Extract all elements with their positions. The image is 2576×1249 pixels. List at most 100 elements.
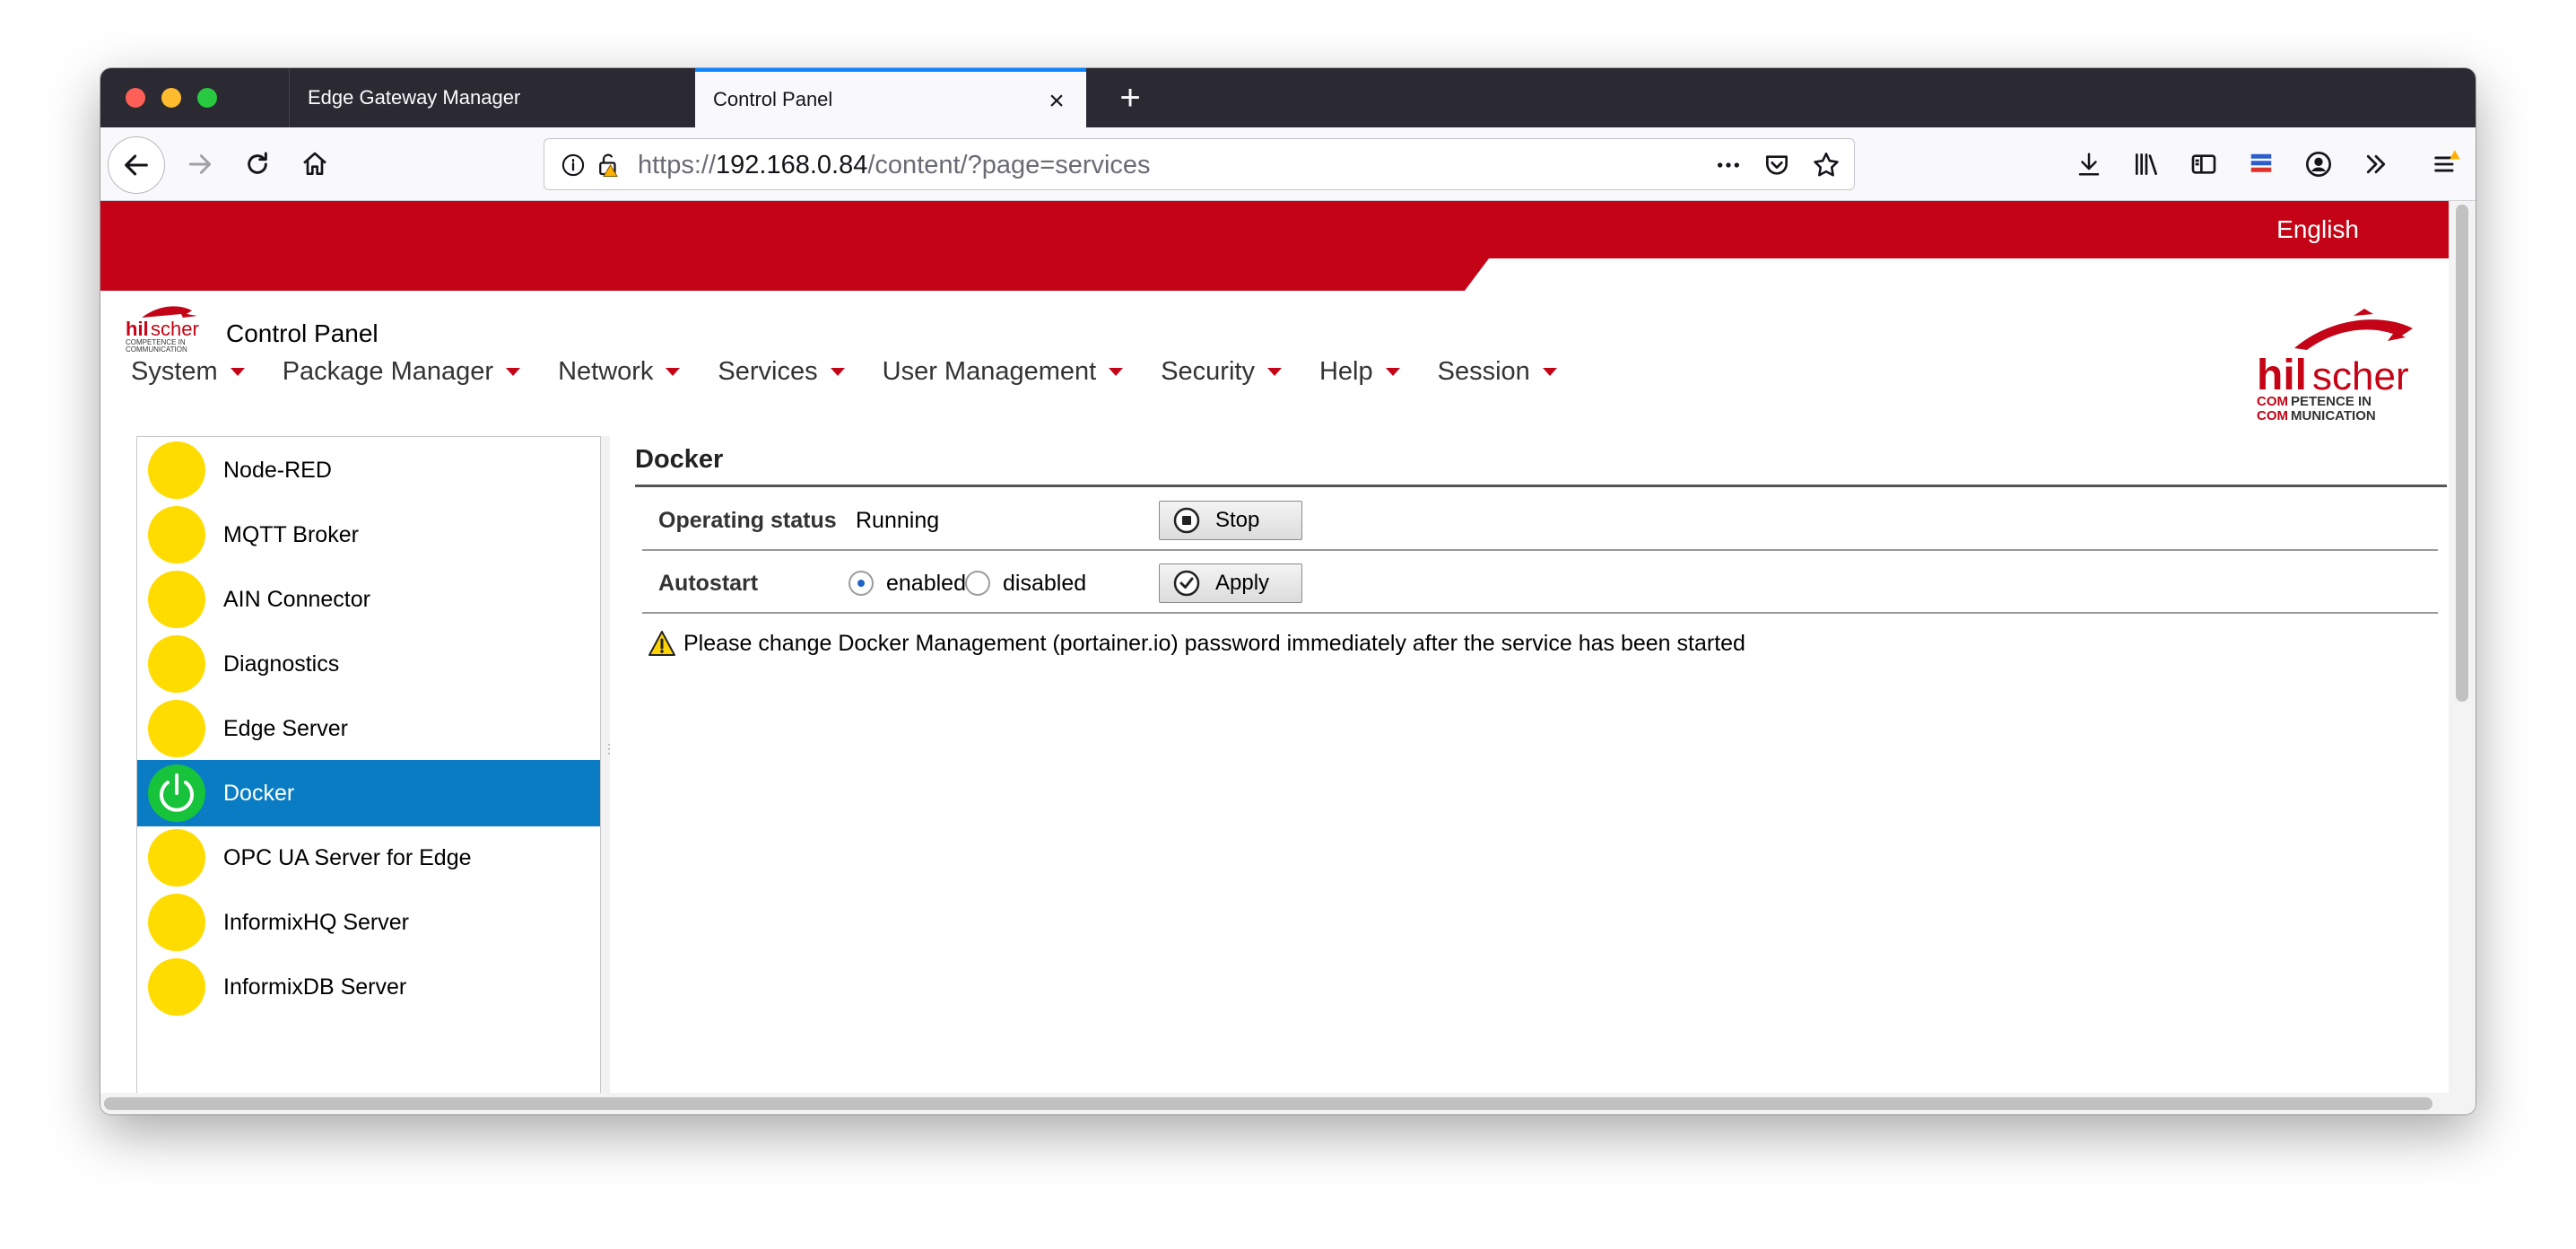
reload-icon <box>248 152 267 174</box>
pocket-icon[interactable] <box>1762 151 1791 179</box>
back-button[interactable] <box>108 136 165 194</box>
close-window-button[interactable] <box>126 88 145 108</box>
status-dot-icon <box>148 700 205 757</box>
svg-text:scher: scher <box>2312 354 2409 398</box>
info-icon[interactable] <box>561 153 586 178</box>
downloads-button[interactable] <box>2065 140 2113 188</box>
list-item-opc-ua-server[interactable]: OPC UA Server for Edge <box>137 825 600 891</box>
status-dot-icon <box>148 571 205 628</box>
grip-icon: ⋮ <box>603 741 615 756</box>
menu-label: User Management <box>882 357 1097 386</box>
page-content: English hil scher COMPETENCE IN COMMUNIC… <box>100 201 2449 1093</box>
vertical-scrollbar[interactable] <box>2449 201 2476 1093</box>
stop-icon <box>1173 507 1200 534</box>
menu-user-management[interactable]: User Management <box>883 357 1124 387</box>
menu-label: Package Manager <box>282 357 494 386</box>
caret-down-icon <box>1542 368 1557 376</box>
app-title: Control Panel <box>226 319 379 347</box>
menu-system[interactable]: System <box>131 357 245 387</box>
radio-label-disabled: disabled <box>1003 571 1087 596</box>
sidebar-button[interactable] <box>2180 140 2228 188</box>
services-list: Node-RED MQTT Broker AIN Connector Diagn… <box>136 436 601 1093</box>
browser-window: Edge Gateway Manager × Control Panel × +… <box>100 68 2476 1114</box>
service-name: InformixDB Server <box>223 974 407 1000</box>
arrow-left-icon <box>125 154 148 176</box>
extension-icon <box>2250 153 2272 172</box>
caret-down-icon <box>1266 368 1282 376</box>
operating-status-row: Operating status Running Stop <box>642 488 2438 551</box>
tab-control-panel[interactable]: Control Panel × <box>695 68 1086 127</box>
list-item-informixhq-server[interactable]: InformixHQ Server <box>137 889 600 956</box>
scroll-thumb[interactable] <box>2456 205 2468 702</box>
status-label: Operating status <box>658 508 837 533</box>
splitter-handle[interactable]: ⋮ <box>601 436 615 1093</box>
svg-text:hil: hil <box>126 318 149 340</box>
autostart-disabled-radio[interactable] <box>965 571 990 596</box>
menu-package-manager[interactable]: Package Manager <box>282 357 521 387</box>
power-icon <box>148 764 205 822</box>
close-icon[interactable]: × <box>1043 88 1070 115</box>
more-actions-icon[interactable] <box>1714 151 1743 179</box>
stop-button-label: Stop <box>1215 508 1260 532</box>
list-item-edge-server[interactable]: Edge Server <box>137 695 600 762</box>
url-bar[interactable]: https://192.168.0.84/content/?page=servi… <box>544 138 1855 190</box>
svg-text:COM: COM <box>2257 394 2288 409</box>
status-dot-icon <box>148 829 205 887</box>
url-text[interactable]: https://192.168.0.84/content/?page=servi… <box>638 139 1151 191</box>
list-item-ain-connector[interactable]: AIN Connector <box>137 566 600 633</box>
svg-text:COM: COM <box>2257 408 2288 424</box>
hilscher-logo[interactable]: hil scher COM PETENCE IN COM MUNICATION <box>2255 307 2416 424</box>
toolbar-right <box>2056 140 2476 188</box>
sidebar-icon <box>2191 154 2216 174</box>
menu-services[interactable]: Services <box>718 357 845 387</box>
scroll-thumb[interactable] <box>104 1097 2432 1110</box>
list-item-mqtt-broker[interactable]: MQTT Broker <box>137 502 600 568</box>
caret-down-icon <box>230 368 245 376</box>
caret-down-icon <box>830 368 845 376</box>
forward-button[interactable] <box>176 140 224 188</box>
title-divider <box>635 485 2447 487</box>
menu-security[interactable]: Security <box>1161 357 1282 387</box>
menu-session[interactable]: Session <box>1438 357 1557 387</box>
home-button[interactable] <box>291 140 339 188</box>
overflow-button[interactable] <box>2352 140 2400 188</box>
warning-text: Please change Docker Management (portain… <box>683 630 1745 656</box>
reload-button[interactable] <box>233 140 282 188</box>
app-menu-button[interactable] <box>2422 140 2470 188</box>
autostart-enabled-radio[interactable] <box>849 571 874 596</box>
tab-title: Edge Gateway Manager <box>308 86 521 109</box>
service-name: OPC UA Server for Edge <box>223 844 472 870</box>
svg-text:COMMUNICATION: COMMUNICATION <box>126 345 187 354</box>
list-item-node-red[interactable]: Node-RED <box>137 437 600 503</box>
stop-button[interactable]: Stop <box>1159 501 1302 540</box>
bookmark-star-icon[interactable] <box>1811 150 1841 180</box>
menu-label: Services <box>718 357 818 386</box>
menu-network[interactable]: Network <box>558 357 681 387</box>
zoom-window-button[interactable] <box>197 88 217 108</box>
horizontal-scrollbar[interactable] <box>100 1093 2476 1114</box>
list-item-diagnostics[interactable]: Diagnostics <box>137 631 600 697</box>
service-name: MQTT Broker <box>223 521 359 547</box>
svg-text:MUNICATION: MUNICATION <box>2291 408 2376 424</box>
library-button[interactable] <box>2122 140 2171 188</box>
service-name: Diagnostics <box>223 651 340 677</box>
hamburger-icon <box>2434 150 2460 172</box>
warning-icon <box>648 631 675 656</box>
menu-label: Help <box>1318 357 1373 386</box>
list-item-docker[interactable]: Docker <box>137 760 600 826</box>
minimize-window-button[interactable] <box>161 88 181 108</box>
autostart-label: Autostart <box>658 571 759 596</box>
language-selector[interactable]: English <box>2276 215 2359 244</box>
library-icon <box>2136 153 2157 175</box>
extension-button[interactable] <box>2237 140 2285 188</box>
new-tab-icon[interactable]: + <box>1112 80 1148 117</box>
tab-bar: Edge Gateway Manager × Control Panel × + <box>100 68 2476 127</box>
chevron-double-right-icon <box>2366 154 2386 174</box>
apply-button[interactable]: Apply <box>1159 563 1302 603</box>
account-button[interactable] <box>2294 140 2343 188</box>
menu-help[interactable]: Help <box>1319 357 1400 387</box>
hilscher-logo-small[interactable]: hil scher COMPETENCE IN COMMUNICATION <box>126 301 201 354</box>
insecure-lock-icon[interactable] <box>595 152 622 179</box>
list-item-informixdb-server[interactable]: InformixDB Server <box>137 954 600 1020</box>
url-host: 192.168.0.84 <box>716 151 868 179</box>
